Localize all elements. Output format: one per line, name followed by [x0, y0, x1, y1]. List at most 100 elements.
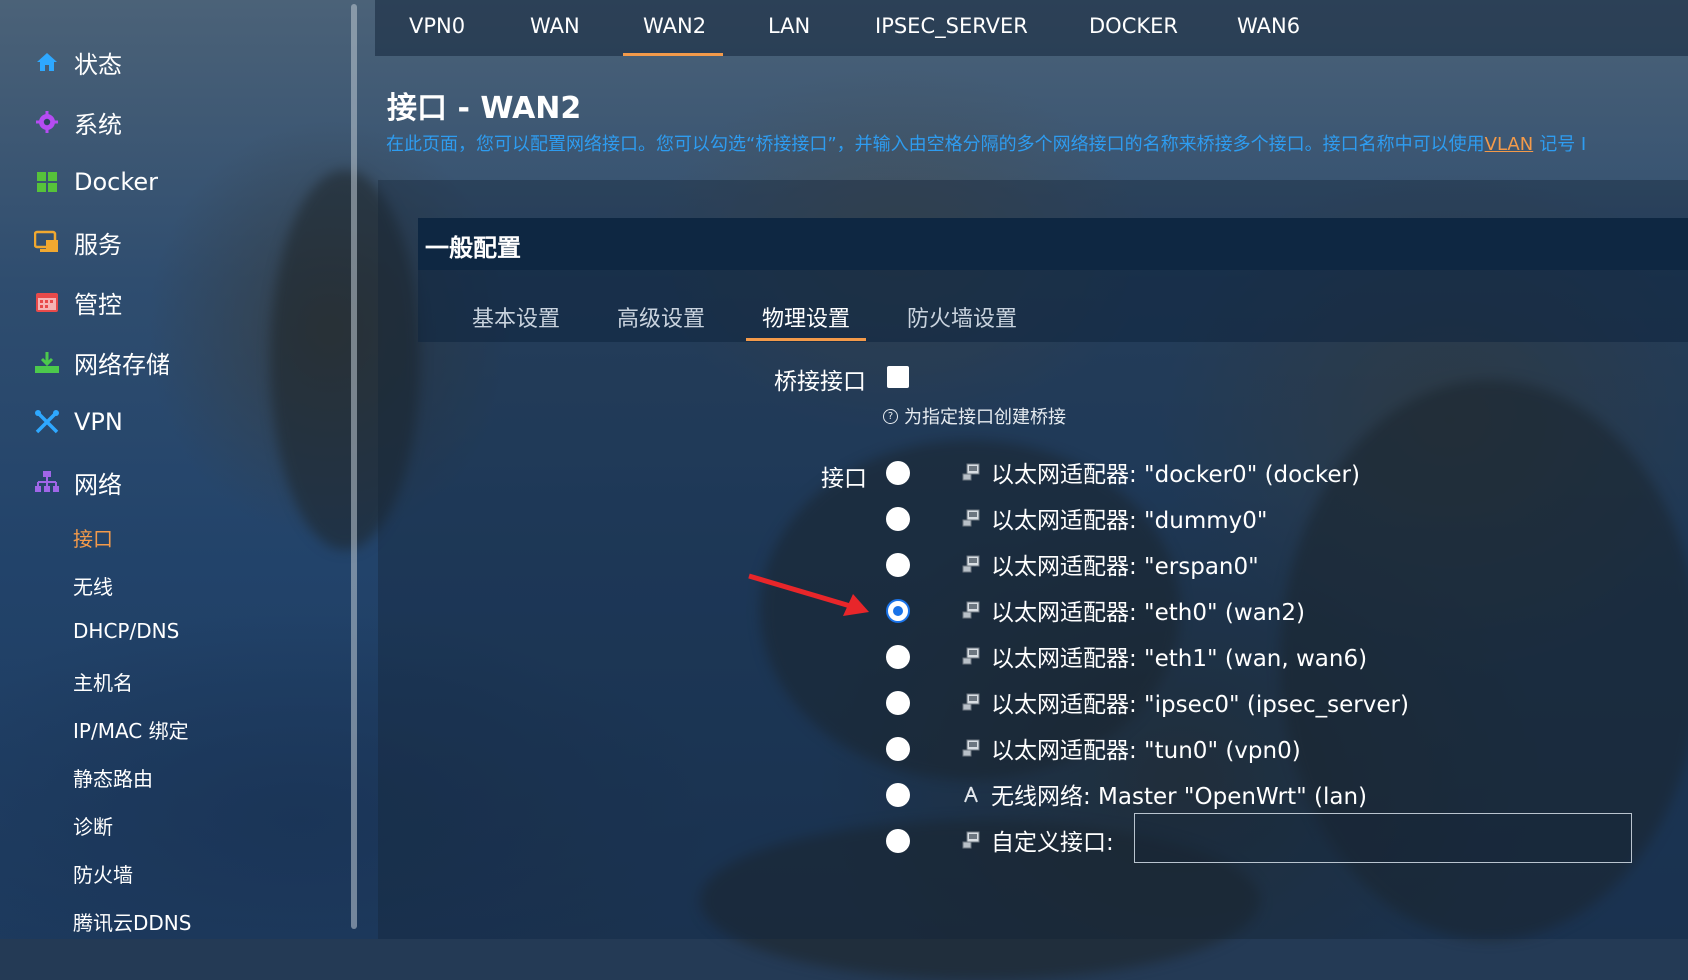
ethernet-icon: [961, 692, 981, 712]
sidebar-item-status[interactable]: 状态: [34, 42, 122, 82]
option-text: 无线网络: Master "OpenWrt" (lan): [991, 784, 1368, 810]
sidebar-subitem-tencent-ddns[interactable]: 腾讯云DDNS: [73, 907, 191, 936]
description-text: 在此页面，您可以配置网络接口。您可以勾选“桥接接口”，并输入由空格分隔的多个网络…: [386, 134, 1485, 155]
interface-radio[interactable]: [886, 461, 910, 485]
interface-option-label[interactable]: 以太网适配器: "eth0" (wan2): [961, 593, 1305, 627]
sidebar-item-label: 管控: [74, 290, 122, 319]
ethernet-icon: [961, 738, 981, 758]
tab-wan6[interactable]: WAN6: [1237, 14, 1300, 38]
interface-option-label[interactable]: 以太网适配器: "docker0" (docker): [961, 455, 1360, 489]
option-text: 以太网适配器: "eth0" (wan2): [991, 600, 1305, 626]
interface-radio[interactable]: [886, 691, 910, 715]
sidebar-item-label: 系统: [74, 110, 122, 139]
ethernet-icon: [961, 554, 981, 574]
option-text: 以太网适配器: "tun0" (vpn0): [991, 738, 1301, 764]
interface-option-label[interactable]: 自定义接口:: [961, 823, 1114, 857]
option-text: 以太网适配器: "eth1" (wan, wan6): [991, 646, 1368, 672]
option-text: 自定义接口:: [991, 830, 1114, 856]
sidebar: 状态 系统 Docker 服务 管控 网络存储 VPN 网络 接口 无线 DHC…: [0, 0, 355, 939]
active-subtab-indicator: [746, 338, 866, 341]
page-title: 接口 - WAN2: [387, 91, 582, 126]
tab-basic-settings[interactable]: 基本设置: [472, 301, 560, 333]
sidebar-subitem-hostnames[interactable]: 主机名: [73, 667, 133, 696]
section-tab-bar: [418, 270, 1688, 342]
sidebar-item-network[interactable]: 网络: [34, 462, 122, 502]
sidebar-subitem-dhcp-dns[interactable]: DHCP/DNS: [73, 619, 179, 643]
help-text: 为指定接口创建桥接: [904, 407, 1066, 428]
interface-radio[interactable]: [886, 507, 910, 531]
home-icon: [34, 49, 60, 75]
sidebar-item-nas[interactable]: 网络存储: [34, 342, 170, 382]
interface-option-label[interactable]: 以太网适配器: "tun0" (vpn0): [961, 731, 1301, 765]
tab-physical-settings[interactable]: 物理设置: [762, 301, 850, 333]
interface-option-label[interactable]: 以太网适配器: "erspan0": [961, 547, 1259, 581]
interface-radio[interactable]: [886, 599, 910, 623]
sidebar-item-label: 网络存储: [74, 350, 170, 379]
docker-grid-icon: [34, 169, 60, 195]
option-text: 以太网适配器: "dummy0": [991, 508, 1268, 534]
sidebar-item-label: 状态: [74, 50, 122, 79]
interface-radio[interactable]: [886, 783, 910, 807]
interface-option-label[interactable]: 以太网适配器: "ipsec0" (ipsec_server): [961, 685, 1409, 719]
bridge-interfaces-label: 桥接接口: [774, 369, 866, 395]
ethernet-icon: [961, 600, 981, 620]
sidebar-subitem-wireless[interactable]: 无线: [73, 571, 113, 600]
vpn-icon: [34, 409, 60, 435]
sidebar-item-label: 网络: [74, 470, 122, 499]
sidebar-subitem-ip-mac-binding[interactable]: IP/MAC 绑定: [73, 715, 189, 744]
tab-vpn0[interactable]: VPN0: [409, 14, 465, 38]
download-storage-icon: [34, 349, 60, 375]
sidebar-subitem-static-routes[interactable]: 静态路由: [73, 763, 153, 792]
tab-wan2[interactable]: WAN2: [643, 14, 706, 38]
ethernet-icon: [961, 462, 981, 482]
bridge-help-text: ? 为指定接口创建桥接: [883, 403, 1066, 429]
ethernet-icon: [961, 830, 981, 850]
tab-docker[interactable]: DOCKER: [1089, 14, 1178, 38]
sidebar-item-services[interactable]: 服务: [34, 222, 122, 262]
red-arrow-annotation: [748, 573, 869, 616]
interface-label: 接口: [821, 466, 867, 492]
interface-radio[interactable]: [886, 829, 910, 853]
sidebar-item-docker[interactable]: Docker: [34, 162, 158, 202]
sidebar-subitem-interfaces[interactable]: 接口: [73, 523, 113, 552]
services-icon: [34, 229, 60, 255]
interface-radio[interactable]: [886, 645, 910, 669]
sidebar-item-label: 服务: [74, 230, 122, 259]
vlan-link[interactable]: VLAN: [1485, 134, 1534, 155]
ethernet-icon: [961, 508, 981, 528]
sidebar-scrollbar[interactable]: [351, 4, 357, 929]
page-description: 在此页面，您可以配置网络接口。您可以勾选“桥接接口”，并输入由空格分隔的多个网络…: [386, 130, 1586, 156]
gear-icon: [34, 109, 60, 135]
section-title: 一般配置: [425, 234, 521, 262]
interface-option-label[interactable]: 以太网适配器: "eth1" (wan, wan6): [961, 639, 1367, 673]
active-tab-indicator: [623, 53, 723, 56]
sidebar-item-label: Docker: [74, 168, 159, 196]
tab-advanced-settings[interactable]: 高级设置: [617, 301, 705, 333]
tab-ipsec-server[interactable]: IPSEC_SERVER: [875, 14, 1028, 38]
sidebar-item-vpn[interactable]: VPN: [34, 402, 123, 442]
tab-firewall-settings[interactable]: 防火墙设置: [907, 301, 1017, 333]
tab-lan[interactable]: LAN: [768, 14, 810, 38]
bridge-interfaces-checkbox[interactable]: [887, 366, 909, 388]
ethernet-icon: [961, 646, 981, 666]
sidebar-item-control[interactable]: 管控: [34, 282, 122, 322]
help-icon: ?: [883, 408, 898, 424]
section-header: [418, 218, 1688, 270]
interface-radio[interactable]: [886, 737, 910, 761]
sidebar-subitem-firewall[interactable]: 防火墙: [73, 859, 133, 888]
interface-radio[interactable]: [886, 553, 910, 577]
sidebar-item-system[interactable]: 系统: [34, 102, 122, 142]
option-text: 以太网适配器: "ipsec0" (ipsec_server): [991, 692, 1409, 718]
tab-wan[interactable]: WAN: [530, 14, 580, 38]
interface-option-label[interactable]: 以太网适配器: "dummy0": [961, 501, 1267, 535]
sidebar-subitem-diagnostics[interactable]: 诊断: [73, 811, 113, 840]
calendar-icon: [34, 289, 60, 315]
description-tail: 记号 I: [1539, 134, 1587, 155]
option-text: 以太网适配器: "erspan0": [991, 554, 1259, 580]
sidebar-item-label: VPN: [74, 408, 123, 436]
wireless-icon: [961, 784, 981, 804]
network-icon: [34, 469, 60, 495]
option-text: 以太网适配器: "docker0" (docker): [991, 462, 1360, 488]
custom-interface-input[interactable]: [1134, 813, 1632, 863]
interface-option-label[interactable]: 无线网络: Master "OpenWrt" (lan): [961, 777, 1367, 811]
